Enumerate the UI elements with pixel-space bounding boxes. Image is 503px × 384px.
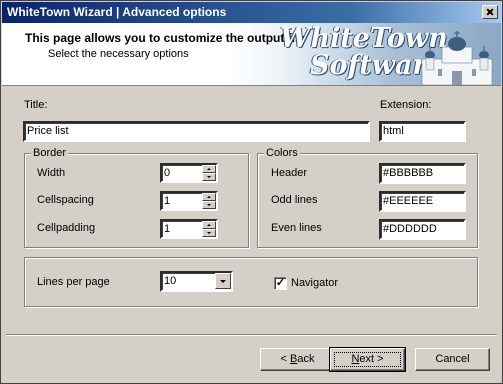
cellpadding-label: Cellpadding — [37, 222, 96, 234]
border-group-legend: Border — [31, 147, 69, 159]
navigator-checkbox[interactable]: ✓ — [274, 277, 287, 290]
title-bar[interactable]: WhiteTown Wizard | Advanced options — [2, 2, 501, 23]
footer-separator — [6, 334, 497, 336]
cellspacing-spinner[interactable]: 1 — [160, 191, 218, 211]
window-title: WhiteTown Wizard | Advanced options — [7, 5, 227, 19]
colors-group-legend: Colors — [264, 147, 300, 159]
spin-down-icon[interactable] — [202, 173, 216, 181]
odd-lines-color-input[interactable]: #EEEEEE — [379, 191, 466, 212]
cellpadding-spinner[interactable]: 1 — [160, 219, 218, 239]
cellspacing-spin-buttons — [202, 193, 216, 209]
spin-up-icon[interactable] — [202, 221, 216, 229]
back-button-label: ack — [297, 353, 315, 365]
cellspacing-label: Cellspacing — [37, 194, 94, 206]
header-color-label: Header — [271, 167, 308, 179]
header-subtitle: Select the necessary options — [48, 48, 189, 60]
spin-up-icon[interactable] — [202, 165, 216, 173]
spin-up-icon[interactable] — [202, 193, 216, 201]
back-button[interactable]: < Back — [260, 348, 335, 371]
lines-per-page-select[interactable]: 10 — [160, 271, 233, 292]
close-icon[interactable] — [482, 5, 498, 19]
church-icon — [421, 31, 493, 85]
width-label: Width — [37, 167, 66, 179]
title-input[interactable]: Price list — [23, 121, 370, 142]
cellpadding-spin-buttons — [202, 221, 216, 237]
header-color-input[interactable]: #BBBBBB — [379, 163, 466, 184]
wizard-header: This page allows you to customize the ou… — [2, 23, 501, 86]
even-lines-label: Even lines — [271, 222, 322, 234]
width-spin-buttons — [202, 165, 216, 181]
header-title: This page allows you to customize the ou… — [25, 31, 306, 45]
chevron-down-icon[interactable] — [215, 273, 231, 289]
back-button-prefix: < — [280, 353, 290, 365]
spin-down-icon[interactable] — [202, 201, 216, 209]
navigator-label[interactable]: Navigator — [291, 277, 338, 289]
extension-label: Extension: — [380, 99, 432, 111]
width-spinner[interactable]: 0 — [160, 163, 218, 183]
lines-per-page-label: Lines per page — [37, 276, 110, 288]
even-lines-color-input[interactable]: #DDDDDD — [379, 219, 466, 240]
next-button[interactable]: Next > — [329, 347, 406, 372]
check-mark-icon: ✓ — [275, 277, 286, 289]
cancel-button[interactable]: Cancel — [415, 348, 490, 371]
spin-down-icon[interactable] — [202, 229, 216, 237]
focus-rect — [334, 352, 401, 367]
odd-lines-label: Odd lines — [271, 194, 318, 206]
wizard-window: WhiteTown Wizard | Advanced options This… — [0, 0, 503, 384]
title-label: Title: — [24, 99, 48, 111]
extension-input[interactable]: html — [379, 121, 466, 142]
